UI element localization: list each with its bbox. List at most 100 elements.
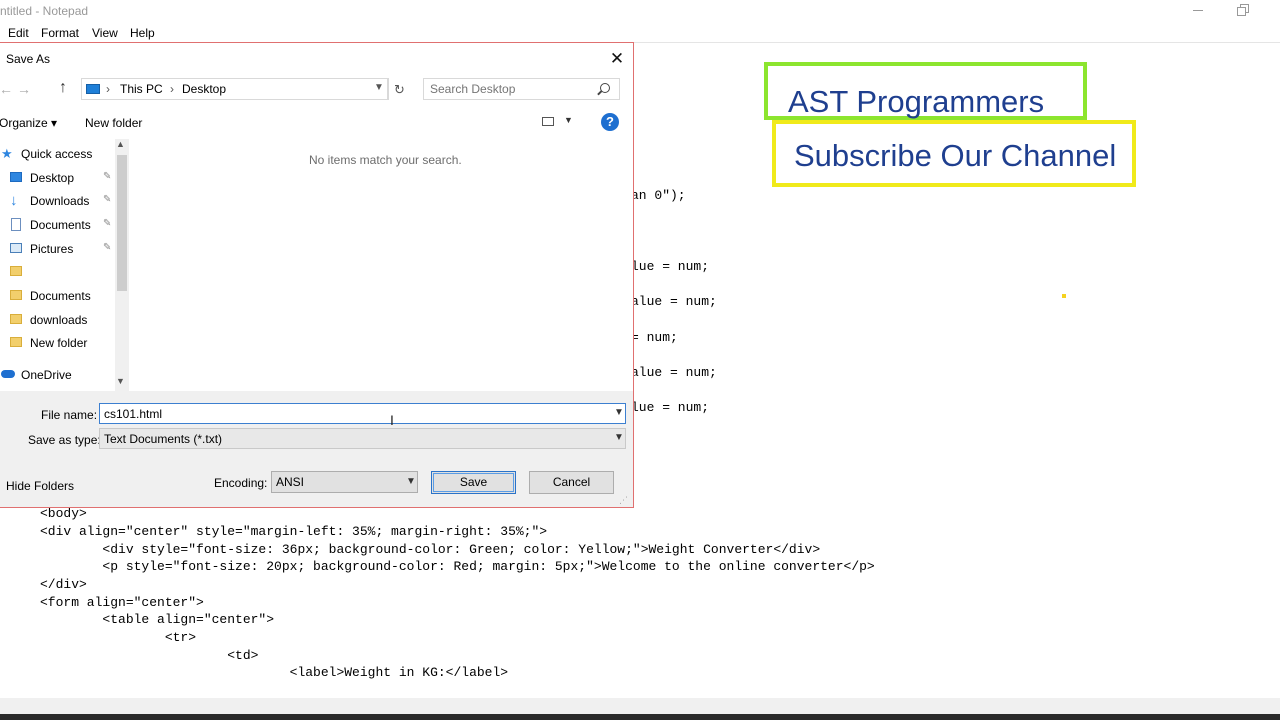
nav-item-label: Quick access [21, 147, 93, 161]
download-icon: ↓ [10, 192, 18, 209]
picture-icon [10, 243, 22, 253]
nav-item-label: Downloads [30, 194, 90, 208]
organize-button[interactable]: Organize ▾ [0, 116, 57, 130]
nav-item-unnamed-folder[interactable] [0, 261, 115, 283]
search-input[interactable] [424, 79, 600, 99]
nav-item-label: Documents [30, 218, 91, 232]
nav-item-desktop[interactable]: Desktop ✎ [0, 167, 115, 189]
pin-icon: ✎ [103, 218, 112, 229]
ast-programmers-text: AST Programmers [788, 84, 1045, 119]
chevron-down-icon[interactable]: ▼ [374, 82, 384, 93]
cancel-button-label: Cancel [552, 475, 591, 489]
breadcrumb-desktop[interactable]: Desktop [182, 82, 226, 96]
minimize-icon[interactable] [1190, 3, 1206, 15]
code-line: lue = num; [631, 400, 710, 415]
star-icon: ★ [1, 146, 13, 161]
menu-help[interactable]: Help [130, 26, 155, 40]
menu-edit[interactable]: Edit [8, 26, 29, 40]
subscribe-text: Subscribe Our Channel [794, 138, 1117, 173]
encoding-label: Encoding: [214, 476, 268, 490]
folder-icon [10, 314, 22, 324]
resize-grip-icon[interactable]: ⋰ [619, 495, 628, 506]
nav-item-label: Documents [30, 289, 91, 303]
nav-item-documents[interactable]: Documents ✎ [0, 214, 115, 236]
nav-item-label: downloads [30, 313, 88, 327]
file-name-combo[interactable]: ▼ [99, 403, 626, 424]
code-line: </div> [40, 577, 87, 592]
save-as-type-value: Text Documents (*.txt) [104, 432, 223, 446]
back-arrow-icon[interactable]: ← [0, 81, 13, 97]
mouse-pointer-dot [1062, 294, 1066, 298]
code-line: = num; [631, 330, 678, 345]
code-line: <p style="font-size: 20px; background-co… [40, 559, 875, 574]
nav-item-new-folder[interactable]: New folder [0, 332, 115, 354]
pin-icon: ✎ [103, 242, 112, 253]
file-name-label: File name: [41, 408, 98, 422]
nav-item-label: Desktop [30, 171, 75, 185]
encoding-select[interactable]: ANSI ▼ [271, 471, 418, 493]
new-folder-button[interactable]: New folder [85, 116, 142, 130]
nav-item-downloads[interactable]: ↓ Downloads ✎ [0, 190, 115, 212]
nav-item-onedrive[interactable]: OneDrive [0, 364, 115, 386]
nav-scrollbar-thumb[interactable] [117, 155, 127, 291]
code-line: <div style="font-size: 36px; background-… [40, 542, 821, 557]
scroll-up-icon[interactable]: ▲ [116, 139, 125, 149]
menu-format[interactable]: Format [41, 26, 79, 40]
empty-results-message: No items match your search. [309, 153, 462, 167]
code-line: lue = num; [631, 259, 710, 274]
address-bar[interactable]: › This PC › Desktop ▼ ↻ [81, 78, 405, 100]
menu-view[interactable]: View [92, 26, 118, 40]
folder-icon [10, 337, 22, 347]
dialog-toolbar: Organize ▾ New folder ▼ ? [0, 109, 633, 137]
file-name-input[interactable] [100, 404, 604, 423]
help-icon[interactable]: ? [601, 113, 619, 131]
nav-item-quick-access[interactable]: ★ Quick access [0, 143, 115, 165]
chevron-down-icon[interactable]: ▼ [614, 432, 624, 443]
save-button[interactable]: Save [431, 471, 516, 494]
hide-folders-button[interactable]: Hide Folders [6, 479, 74, 493]
forward-arrow-icon[interactable]: → [17, 81, 31, 97]
chevron-down-icon[interactable]: ▼ [406, 476, 416, 487]
code-line: an 0"); [631, 188, 686, 203]
refresh-icon[interactable]: ↻ [394, 82, 405, 98]
pin-icon: ✎ [103, 171, 112, 182]
code-line: alue = num; [631, 294, 717, 309]
folder-icon [10, 266, 22, 276]
pin-icon: ✎ [103, 194, 112, 205]
folder-icon [10, 290, 22, 300]
dialog-title: Save As [6, 52, 51, 66]
code-line: <body> [40, 506, 87, 521]
cloud-icon [1, 370, 15, 378]
nav-item-pictures[interactable]: Pictures ✎ [0, 238, 115, 260]
encoding-value: ANSI [276, 475, 305, 489]
code-line: <form align="center"> [40, 595, 204, 610]
cancel-button[interactable]: Cancel [529, 471, 614, 494]
chevron-down-icon[interactable]: ▼ [564, 115, 573, 125]
breadcrumb-this-pc[interactable]: This PC [120, 82, 163, 96]
navigation-pane: ★ Quick access Desktop ✎ ↓ Downloads ✎ D… [0, 139, 129, 393]
up-arrow-icon[interactable]: ↑ [59, 79, 67, 97]
nav-item-documents-folder[interactable]: Documents [0, 285, 115, 307]
save-as-dialog: Save As ✕ ← → ↑ › This PC › Desktop ▼ ↻ … [0, 42, 634, 508]
search-icon[interactable] [600, 83, 610, 93]
restore-icon[interactable] [1236, 3, 1250, 17]
nav-item-downloads-folder[interactable]: downloads [0, 309, 115, 331]
code-line: <div align="center" style="margin-left: … [40, 524, 548, 539]
document-icon [11, 218, 21, 231]
save-as-type-label: Save as type: [28, 433, 101, 447]
divider [387, 79, 388, 99]
window-title: ntitled - Notepad [0, 4, 89, 18]
chevron-down-icon[interactable]: ▼ [614, 407, 624, 418]
code-line: <tr> [40, 630, 197, 645]
code-line: alue = num; [631, 365, 717, 380]
scroll-down-icon[interactable]: ▼ [116, 376, 125, 386]
taskbar-strip [0, 714, 1280, 720]
save-as-type-select[interactable]: Text Documents (*.txt) ▼ [99, 428, 626, 449]
view-options-icon[interactable] [542, 117, 554, 126]
close-icon[interactable]: ✕ [603, 47, 631, 71]
focus-ring [433, 473, 514, 492]
code-line: <td> [40, 648, 259, 663]
text-cursor-icon: I [390, 412, 394, 428]
search-box[interactable] [423, 78, 620, 100]
desktop-icon [10, 172, 22, 182]
